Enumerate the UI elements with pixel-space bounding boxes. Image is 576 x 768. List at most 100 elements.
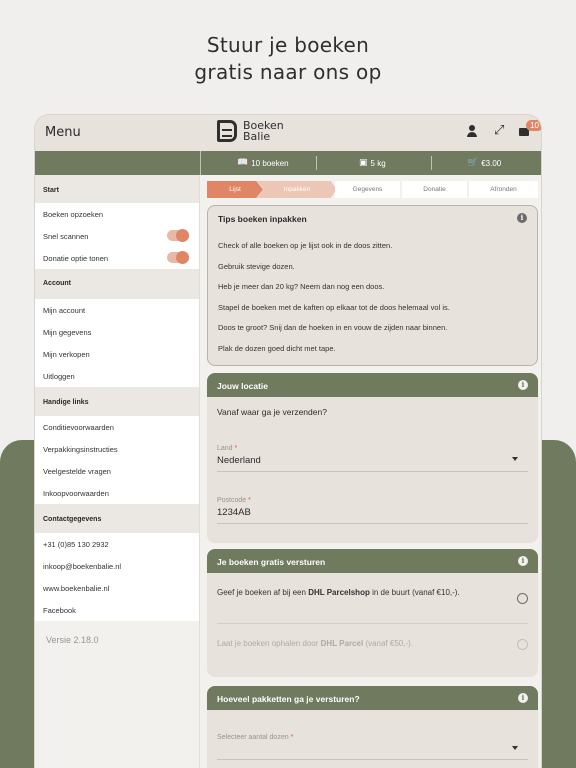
progress-steps: Lijst Inpakken Gegevens Donatie Afronden (207, 181, 538, 198)
price: 🛒 €3.00 (467, 158, 501, 168)
option1-text-end: in de buurt (vanaf €10,-). (369, 588, 460, 597)
expand-icon[interactable] (491, 123, 505, 138)
sidebar-item-my-account[interactable]: Mijn account (35, 299, 199, 321)
sidebar: Start Boeken opzoeken Snel scannen Donat… (35, 175, 200, 768)
option2-bold: DHL Parcel (320, 639, 364, 648)
option2-text-end: (vanaf €50,-). (363, 639, 413, 648)
sidebar-item-facebook[interactable]: Facebook (35, 599, 199, 621)
shipping-header: Je boeken gratis versturen i (207, 549, 538, 573)
packages-header: Hoeveel pakketten ga je versturen? i (207, 686, 538, 710)
radio-pickup (517, 639, 528, 650)
country-select[interactable]: Land * Nederland (217, 445, 528, 472)
tip-item: Check of alle boeken op je lijst ook in … (218, 241, 393, 250)
step-finish: Afronden (469, 181, 538, 198)
step-donation: Donatie (402, 181, 467, 198)
books-count-label: 10 boeken (251, 158, 289, 168)
radio-parcelshop[interactable] (517, 593, 528, 604)
sidebar-head-contact: Contactgegevens (35, 504, 199, 533)
required-mark: * (248, 497, 251, 504)
postcode-label: Postcode * (217, 497, 528, 504)
sidebar-item-logout[interactable]: Uitloggen (35, 365, 199, 387)
sidebar-item-terms[interactable]: Conditievoorwaarden (35, 416, 199, 438)
weight-label: 5 kg (370, 158, 386, 168)
postcode-field[interactable]: Postcode * 1234AB (217, 497, 528, 524)
cart-small-icon: 🛒 (467, 158, 479, 168)
sidebar-item-search[interactable]: Boeken opzoeken (35, 203, 199, 225)
sidebar-item-purchase-terms[interactable]: Inkoopvoorwaarden (35, 482, 199, 504)
main-content: Lijst Inpakken Gegevens Donatie Afronden… (201, 175, 541, 768)
menu-title: Menu (45, 125, 81, 140)
tips-list: Check of alle boeken op je lijst ook in … (208, 232, 537, 360)
packages-label-text: Selecteer aantal dozen (217, 734, 289, 741)
cart-icon[interactable]: 10 (517, 120, 541, 138)
books-count: 📖 10 boeken (237, 158, 289, 168)
packages-select[interactable]: Selecteer aantal dozen * (217, 734, 528, 760)
country-value: Nederland (217, 455, 261, 466)
sidebar-head-account: Account (35, 269, 199, 299)
tips-title: Tips boeken inpakken (218, 214, 307, 224)
packages-title: Hoeveel pakketten ga je versturen? (217, 694, 360, 704)
book-icon: 📖 (237, 158, 249, 168)
logo-line-2: Balie (243, 130, 271, 143)
divider (200, 151, 201, 175)
sidebar-head-links: Handige links (35, 387, 199, 416)
user-icon[interactable] (465, 124, 479, 138)
sidebar-item-phone[interactable]: +31 (0)85 130 2932 (35, 533, 199, 555)
logo-text: Boeken Balie (243, 120, 284, 142)
packages-card: Hoeveel pakketten ga je versturen? i Sel… (207, 686, 538, 768)
step-details: Gegevens (335, 181, 400, 198)
country-label: Land * (217, 445, 528, 452)
donation-toggle[interactable] (167, 251, 189, 264)
step-list[interactable]: Lijst (207, 181, 263, 198)
step-packing[interactable]: Inpakken (257, 181, 337, 198)
logo-icon (217, 120, 237, 142)
shipping-card: Je boeken gratis versturen i Geef je boe… (207, 549, 538, 677)
chevron-down-icon (512, 746, 518, 750)
tip-item: Stapel de boeken met de kaften op elkaar… (218, 302, 450, 312)
tip-item: Gebruik stevige dozen. (218, 261, 295, 271)
shipping-title: Je boeken gratis versturen (217, 557, 326, 567)
divider (217, 623, 528, 624)
quick-scan-label: Snel scannen (43, 232, 89, 241)
top-bar: Menu Boeken Balie 10 (35, 115, 541, 151)
hero-line-1: Stuur je boeken (206, 33, 370, 57)
hero-title: Stuur je boeken gratis naar ons op (0, 32, 576, 86)
info-icon[interactable]: i (517, 213, 527, 223)
sidebar-item-my-details[interactable]: Mijn gegevens (35, 321, 199, 343)
weight: ▣ 5 kg (359, 158, 386, 168)
sidebar-item-donation: Donatie optie tonen (35, 247, 199, 269)
sidebar-item-email[interactable]: inkoop@boekenbalie.nl (35, 555, 199, 577)
app-logo[interactable]: Boeken Balie (217, 120, 284, 142)
info-icon[interactable]: i (518, 693, 528, 703)
price-label: €3.00 (481, 158, 502, 168)
postcode-value: 1234AB (217, 507, 251, 518)
location-header: Jouw locatie i (207, 373, 538, 397)
location-title: Jouw locatie (217, 381, 269, 391)
chevron-down-icon (512, 457, 518, 461)
sidebar-item-website[interactable]: www.boekenbalie.nl (35, 577, 199, 599)
app-window: Menu Boeken Balie 10 📖 10 boeken ▣ 5 kg (35, 115, 541, 768)
box-icon: ▣ (359, 158, 368, 168)
tips-card: Tips boeken inpakken i Check of alle boe… (207, 205, 538, 366)
info-icon[interactable]: i (518, 380, 528, 390)
tips-header: Tips boeken inpakken i (208, 206, 537, 232)
info-icon[interactable]: i (518, 556, 528, 566)
donation-label: Donatie optie tonen (43, 254, 109, 263)
packages-label: Selecteer aantal dozen * (217, 734, 528, 741)
required-mark: * (234, 445, 238, 452)
sidebar-item-my-sales[interactable]: Mijn verkopen (35, 343, 199, 365)
sidebar-item-packing[interactable]: Verpakkingsinstructies (35, 438, 199, 460)
app-version: Versie 2.18.0 (46, 635, 99, 645)
tip-item: Doos te groot? Snij dan de hoeken in en … (218, 323, 448, 333)
option-pickup: Laat je boeken ophalen door DHL Parcel (… (217, 638, 528, 650)
option2-text: Laat je boeken ophalen door (217, 639, 321, 648)
sidebar-head-start: Start (35, 175, 199, 203)
option1-text: Geef je boeken af bij een (217, 588, 309, 597)
hero-line-2: gratis naar ons op (194, 60, 382, 84)
option-parcelshop[interactable]: Geef je boeken af bij een DHL Parcelshop… (217, 587, 467, 599)
tip-item: Heb je meer dan 20 kg? Neem dan nog een … (218, 282, 385, 292)
quick-scan-toggle[interactable] (167, 229, 189, 242)
location-card: Jouw locatie i Vanaf waar ga je verzende… (207, 373, 538, 543)
sidebar-item-faq[interactable]: Veelgestelde vragen (35, 460, 199, 482)
divider (431, 156, 432, 170)
